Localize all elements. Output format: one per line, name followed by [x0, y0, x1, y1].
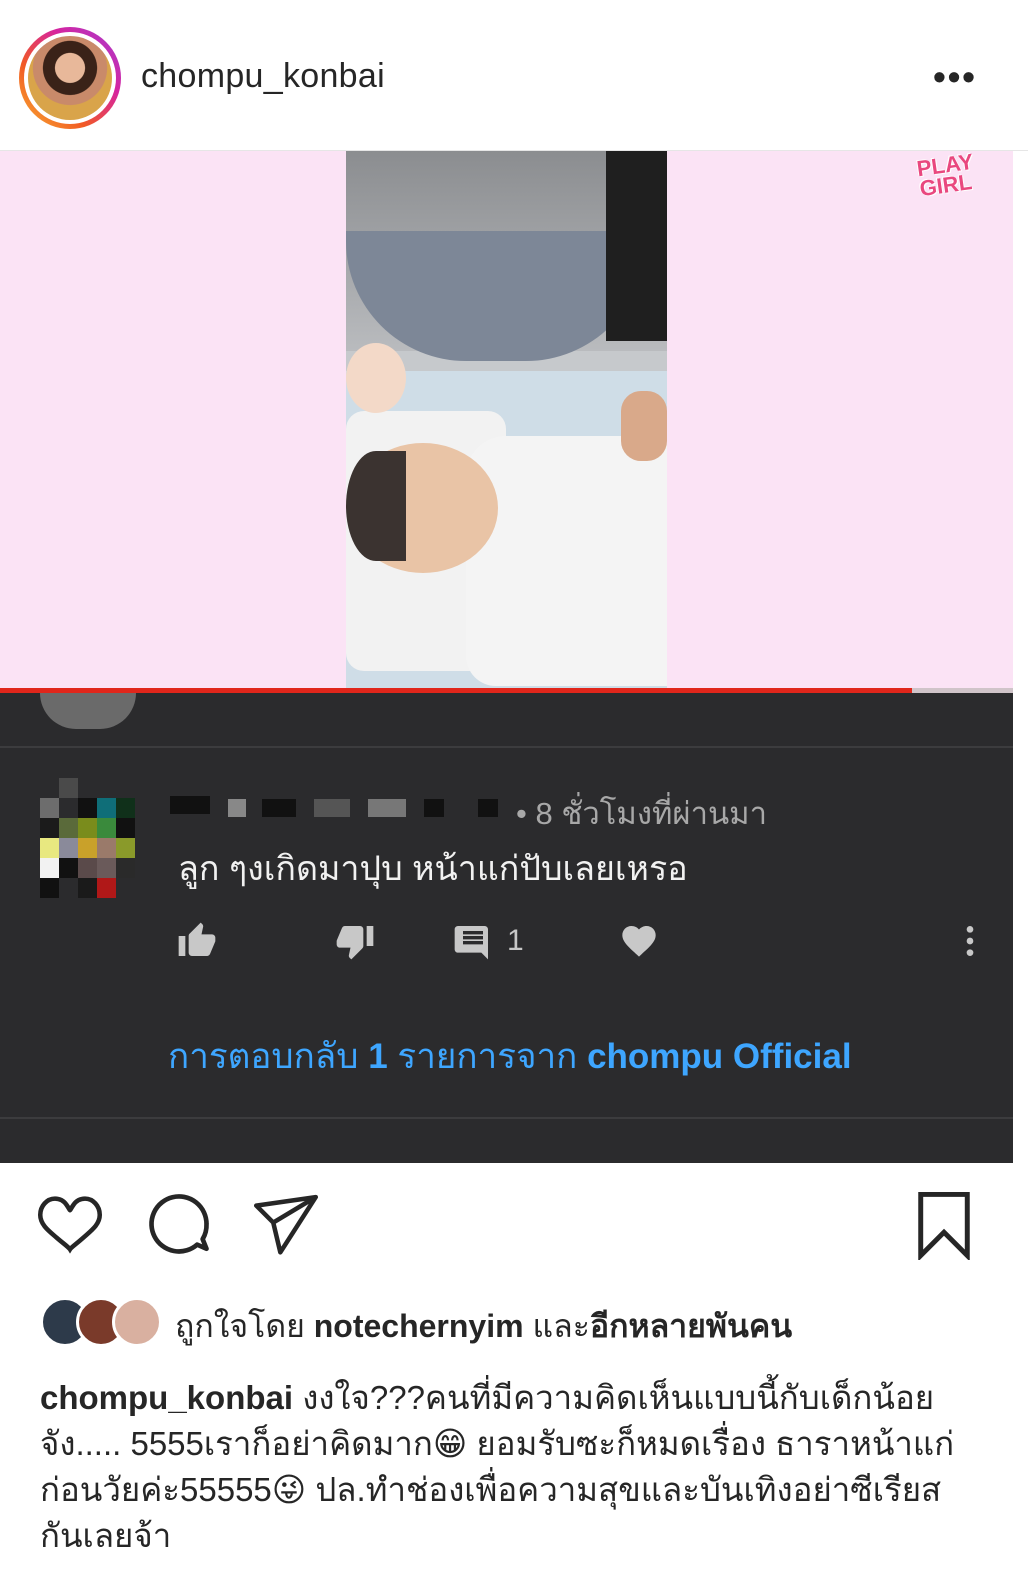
thumb-up-icon[interactable]	[176, 916, 218, 966]
paper-plane-icon[interactable]	[252, 1190, 320, 1263]
replies-button[interactable]: 1	[453, 916, 524, 966]
post-media[interactable]: PLAY GIRL • 8 ชั่วโมงที่ผ่านมา ลูก ๆงเกิ…	[0, 151, 1013, 1163]
post-actions	[0, 1190, 1028, 1270]
video-frame	[346, 151, 667, 691]
previous-comment-avatar	[40, 693, 136, 729]
creator-heart-icon[interactable]	[619, 916, 659, 966]
video-progress-fill	[0, 688, 912, 693]
post-header: chompu_konbai •••	[0, 0, 1028, 151]
comment-timestamp: • 8 ชั่วโมงที่ผ่านมา	[516, 796, 768, 831]
avatar-image	[28, 36, 112, 120]
liker-avatar	[112, 1297, 162, 1347]
post-caption: chompu_konbai งงใจ???คนที่มีความคิดเห็นแ…	[40, 1375, 975, 1559]
divider	[0, 1117, 1013, 1119]
liker-username[interactable]: notechernyim	[314, 1308, 524, 1344]
more-options-button[interactable]: •••	[930, 59, 980, 95]
comment-icon	[454, 926, 488, 960]
divider	[0, 746, 1013, 748]
comment-bubble-icon[interactable]	[146, 1190, 212, 1263]
vertical-dots-icon[interactable]	[950, 916, 990, 966]
comment-actions: 1	[0, 916, 1013, 976]
reply-count: 1	[507, 924, 524, 957]
thumb-down-icon[interactable]	[334, 916, 376, 966]
username-link[interactable]: chompu_konbai	[141, 57, 385, 96]
comment-text: ลูก ๆงเกิดมาปุบ หน้าแก่ปับเลยเหรอ	[178, 850, 688, 888]
liked-by[interactable]: ถูกใจโดย notechernyim และอีกหลายพันคน	[40, 1293, 990, 1363]
channel-watermark: PLAY GIRL	[915, 151, 975, 202]
view-replies-link[interactable]: การตอบกลับ 1 รายการจาก chompu Official	[168, 1029, 852, 1084]
bookmark-icon[interactable]	[912, 1190, 976, 1265]
video-progress-bar[interactable]	[0, 688, 1013, 693]
video-player[interactable]: PLAY GIRL	[0, 151, 1013, 693]
commenter-avatar-pixelated	[40, 778, 135, 901]
profile-avatar[interactable]	[19, 27, 121, 129]
caption-username[interactable]: chompu_konbai	[40, 1379, 293, 1416]
heart-icon[interactable]	[36, 1190, 104, 1263]
liked-by-text: ถูกใจโดย notechernyim และอีกหลายพันคน	[175, 1308, 793, 1344]
